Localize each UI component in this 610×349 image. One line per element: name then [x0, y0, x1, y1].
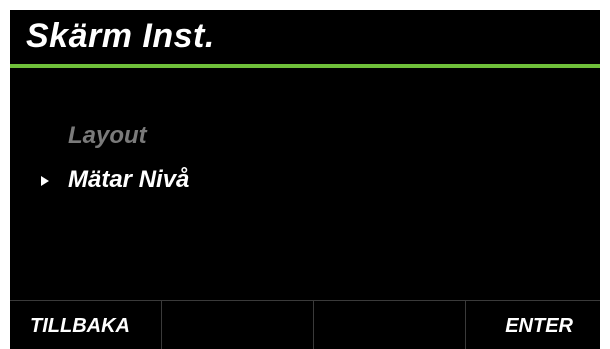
softkey-3[interactable]: [313, 301, 464, 349]
softkey-back[interactable]: TILLBAKA: [10, 301, 160, 349]
menu-item-matar-niva[interactable]: Mätar Nivå: [10, 164, 600, 196]
softkey-enter[interactable]: ENTER: [465, 301, 600, 349]
softkey-label: ENTER: [505, 315, 573, 337]
page-title: Skärm Inst.: [26, 17, 215, 55]
title-underline: [10, 64, 600, 68]
display-screen: Skärm Inst. Layout Mätar Nivå TILLBAKA E…: [10, 10, 600, 349]
menu-item-layout[interactable]: Layout: [10, 120, 600, 152]
menu-item-label: Mätar Nivå: [68, 166, 190, 193]
softkey-2[interactable]: [161, 301, 312, 349]
header: Skärm Inst.: [10, 10, 600, 65]
triangle-right-icon: [41, 176, 49, 186]
menu-item-label: Layout: [68, 122, 147, 149]
softkey-label: TILLBAKA: [30, 315, 130, 337]
softkey-bar: TILLBAKA ENTER: [10, 300, 600, 349]
